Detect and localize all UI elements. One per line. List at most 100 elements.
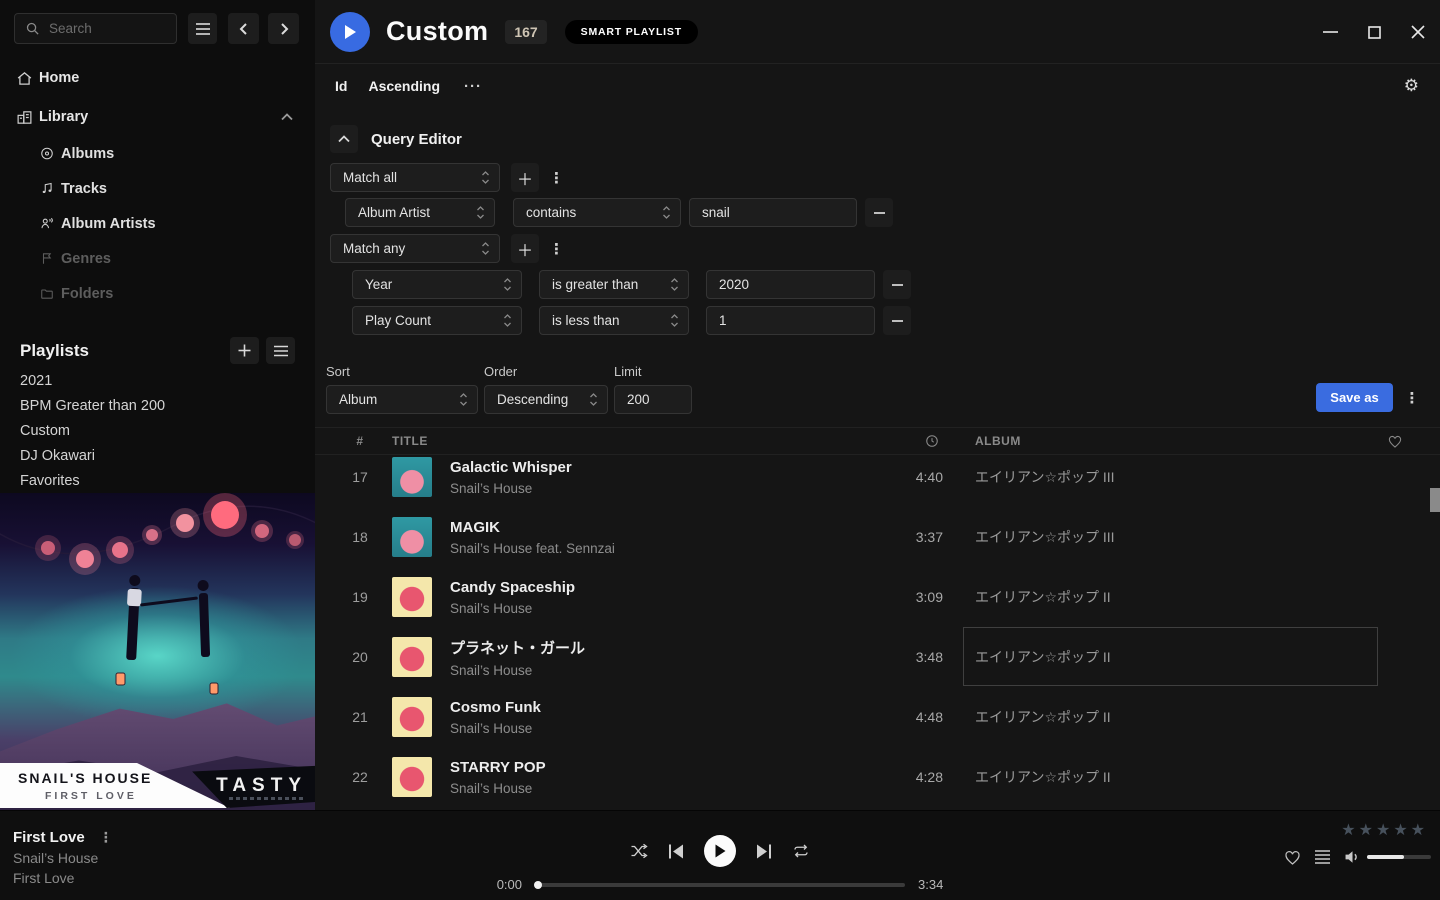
next-button[interactable] <box>757 844 771 859</box>
volume-slider[interactable] <box>1367 855 1431 859</box>
volume-button[interactable] <box>1344 849 1361 865</box>
previous-button[interactable] <box>669 844 683 859</box>
track-row[interactable]: 21 Cosmo Funk Snail’s House 4:48 エイリアン☆ポ… <box>315 687 1440 747</box>
match-type-select[interactable]: Match any <box>330 234 500 263</box>
now-playing-kebab-icon[interactable]: ⋮ <box>99 829 113 846</box>
nav-back-button[interactable] <box>228 13 259 44</box>
track-album: エイリアン☆ポップ II <box>975 747 1375 807</box>
star-icon[interactable]: ★ <box>1376 823 1390 839</box>
play-playlist-button[interactable] <box>330 12 370 52</box>
select-chevrons-icon <box>476 206 485 219</box>
collapse-query-editor-button[interactable] <box>330 125 358 153</box>
track-row[interactable]: 20 プラネット・ガール Snail’s House 3:48 エイリアン☆ポッ… <box>315 627 1440 687</box>
queue-button[interactable] <box>1315 850 1330 864</box>
track-album-focused-cell[interactable]: エイリアン☆ポップ II <box>975 627 1375 687</box>
sidebar-item-albums[interactable]: Albums <box>0 136 315 171</box>
add-playlist-button[interactable] <box>230 337 259 364</box>
match-type-select[interactable]: Match all <box>330 163 500 192</box>
column-index[interactable]: # <box>340 434 380 448</box>
sidebar-item-library[interactable]: Library <box>0 101 315 133</box>
settings-gear-icon[interactable]: ⚙ <box>1404 76 1419 96</box>
nav-forward-button[interactable] <box>268 13 299 44</box>
group-kebab-icon[interactable]: ⋮ <box>549 169 564 187</box>
playlist-item[interactable]: Favorites <box>0 468 315 493</box>
save-as-button[interactable]: Save as <box>1316 383 1393 412</box>
track-row[interactable]: 19 Candy Spaceship Snail’s House 3:09 エイ… <box>315 567 1440 627</box>
limit-input[interactable] <box>614 385 692 414</box>
favorite-button[interactable] <box>1284 850 1301 865</box>
track-title: Candy Spaceship <box>450 579 885 596</box>
remove-rule-button[interactable] <box>865 198 893 227</box>
column-duration[interactable] <box>885 434 945 448</box>
play-icon <box>343 24 357 40</box>
minus-icon <box>892 320 903 322</box>
rule-value-input[interactable] <box>689 198 857 227</box>
repeat-button[interactable] <box>792 843 810 859</box>
sidebar-item-folders[interactable]: Folders <box>0 276 315 311</box>
add-rule-button[interactable]: ＋ <box>511 234 539 263</box>
sidebar-item-album-artists[interactable]: Album Artists <box>0 206 315 241</box>
star-icon[interactable]: ★ <box>1393 823 1407 839</box>
query-rule-row: Year is greater than <box>352 270 1440 299</box>
plus-icon <box>238 344 251 357</box>
menu-button[interactable] <box>188 13 217 44</box>
scrollbar-thumb[interactable] <box>1430 488 1440 512</box>
track-row[interactable]: 17 Galactic Whisper Snail’s House 4:40 エ… <box>315 455 1440 507</box>
minimize-button[interactable] <box>1308 12 1352 52</box>
now-playing-album[interactable]: First Love <box>13 868 113 888</box>
shuffle-button[interactable] <box>630 843 648 859</box>
track-row[interactable]: 18 MAGIK Snail’s House feat. Sennzai 3:3… <box>315 507 1440 567</box>
playlist-item[interactable]: BPM Greater than 200 <box>0 393 315 418</box>
playlist-item[interactable]: Custom <box>0 418 315 443</box>
chevron-up-icon[interactable] <box>281 113 293 121</box>
column-favorite[interactable] <box>1375 435 1415 448</box>
now-playing-title[interactable]: First Love <box>13 829 85 846</box>
rule-field-select[interactable]: Year <box>352 270 522 299</box>
remove-rule-button[interactable] <box>883 270 911 299</box>
track-number: 19 <box>340 589 380 605</box>
column-album[interactable]: ALBUM <box>975 434 1375 448</box>
play-button[interactable] <box>704 835 736 867</box>
save-kebab-icon[interactable]: ⋮ <box>1403 383 1421 412</box>
playlist-item[interactable]: DJ Okawari <box>0 443 315 468</box>
remove-rule-button[interactable] <box>883 306 911 335</box>
track-number: 21 <box>340 709 380 725</box>
sort-order-button[interactable]: Ascending <box>368 78 440 94</box>
sort-select[interactable]: Album <box>326 385 478 414</box>
column-title[interactable]: TITLE <box>392 434 885 448</box>
sidebar-item-tracks[interactable]: Tracks <box>0 171 315 206</box>
library-icon <box>15 109 33 126</box>
now-playing-artist[interactable]: Snail’s House <box>13 847 113 868</box>
playlist-item[interactable]: 2021 <box>0 368 315 393</box>
sidebar-item-label: Genres <box>61 251 111 267</box>
rule-operator-select[interactable]: is greater than <box>539 270 689 299</box>
track-title: プラネット・ガール <box>450 637 885 658</box>
search-icon <box>25 21 40 36</box>
sidebar-item-genres[interactable]: Genres <box>0 241 315 276</box>
sort-field-button[interactable]: Id <box>335 78 347 94</box>
rule-value-input[interactable] <box>706 270 875 299</box>
rule-value-input[interactable] <box>706 306 875 335</box>
track-row[interactable]: 22 STARRY POP Snail’s House 4:28 エイリアン☆ポ… <box>315 747 1440 807</box>
sidebar-item-home[interactable]: Home <box>0 62 315 94</box>
star-icon[interactable]: ★ <box>1359 823 1373 839</box>
rule-operator-select[interactable]: is less than <box>539 306 689 335</box>
rule-operator-select[interactable]: contains <box>513 198 681 227</box>
search-input[interactable] <box>49 21 166 36</box>
sidebar-item-label: Album Artists <box>61 216 156 232</box>
order-select[interactable]: Descending <box>484 385 608 414</box>
rule-field-select[interactable]: Album Artist <box>345 198 495 227</box>
playlist-list-button[interactable] <box>266 337 295 364</box>
group-kebab-icon[interactable]: ⋮ <box>549 240 564 258</box>
more-options-icon[interactable]: ··· <box>464 78 482 95</box>
maximize-button[interactable] <box>1352 12 1396 52</box>
add-rule-button[interactable]: ＋ <box>511 163 539 192</box>
select-chevrons-icon <box>459 393 468 406</box>
seek-slider[interactable] <box>535 883 905 887</box>
star-icon[interactable]: ★ <box>1411 823 1425 839</box>
close-button[interactable] <box>1396 12 1440 52</box>
rule-field-select[interactable]: Play Count <box>352 306 522 335</box>
star-icon[interactable]: ★ <box>1341 823 1355 839</box>
query-sort-row: Sort Album Order Descending Limit <box>326 364 1440 414</box>
seek-slider-thumb[interactable] <box>534 881 542 889</box>
